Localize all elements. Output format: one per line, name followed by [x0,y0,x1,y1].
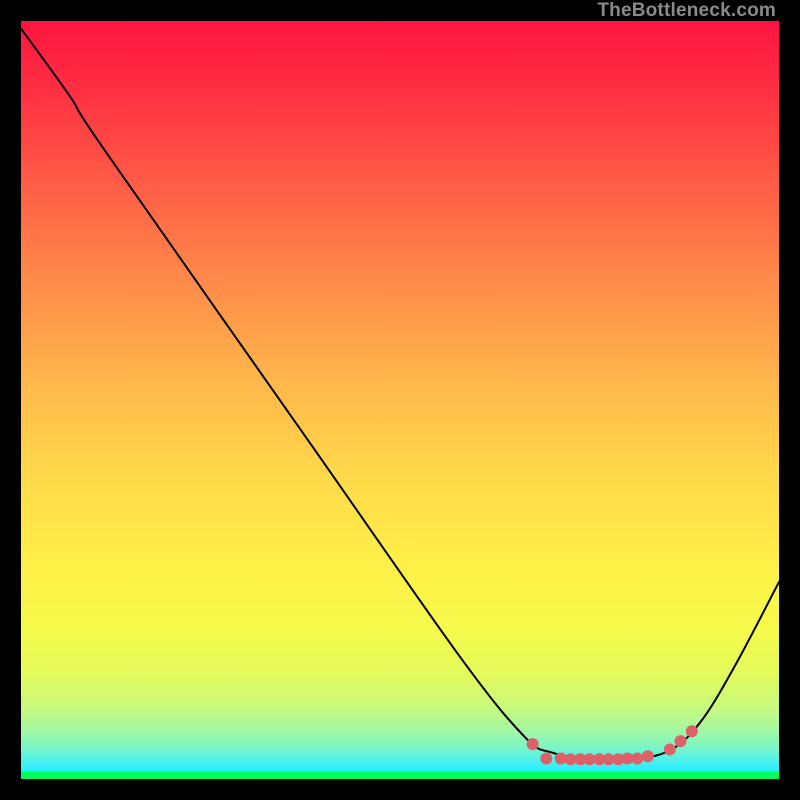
valley-marker [664,743,676,755]
chart-svg [21,21,779,779]
valley-marker [540,753,552,765]
valley-marker [631,753,643,765]
valley-marker [527,738,539,750]
bottleneck-curve-line [21,29,779,761]
valley-marker-group [527,725,698,765]
watermark-text: TheBottleneck.com [597,0,776,22]
valley-marker [642,750,654,762]
valley-marker [674,735,686,747]
valley-marker [686,725,698,737]
bottleneck-chart [21,21,779,779]
